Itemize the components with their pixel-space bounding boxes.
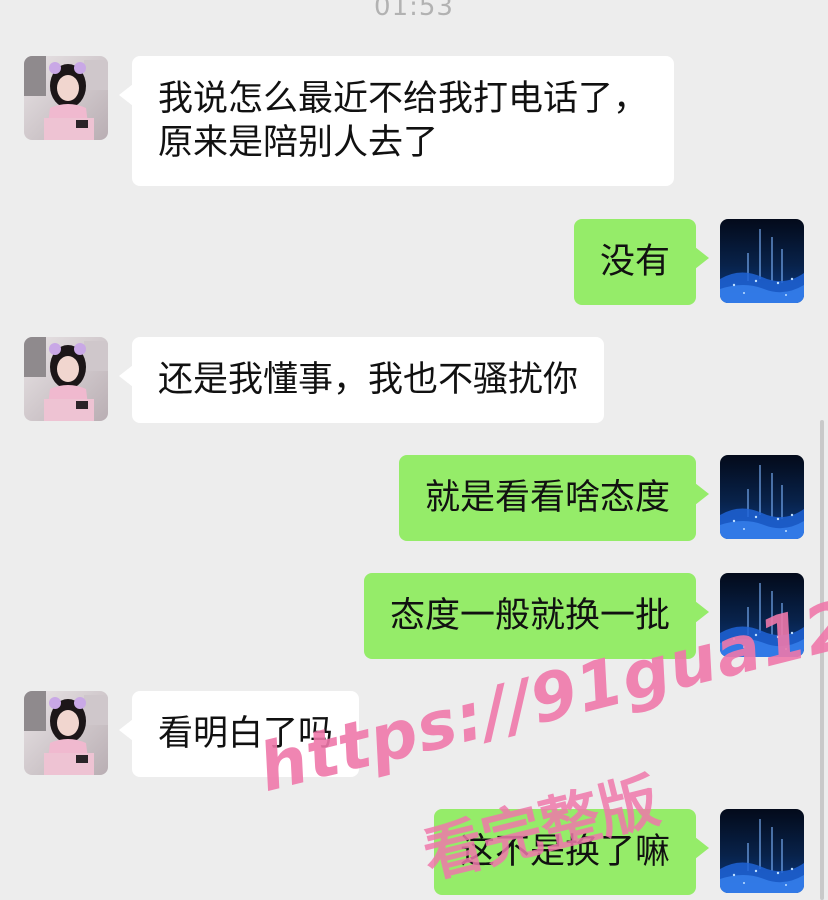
outgoing-message-bubble[interactable]: 就是看看啥态度 [398,455,710,541]
outgoing-message-bubble[interactable]: 这不是换了嘛 [433,809,710,895]
incoming-message-bubble[interactable]: 看明白了吗 [118,691,360,777]
outgoing-message-bubble[interactable]: 没有 [573,219,710,305]
girl-photo-avatar-icon [24,691,108,775]
girl-photo-avatar-icon [24,337,108,421]
contact-avatar[interactable] [24,337,108,421]
blue-night-avatar-icon [720,219,804,303]
outgoing-message-bubble[interactable]: 态度一般就换一批 [363,573,710,659]
message-timestamp: 01:53 [374,0,454,22]
girl-photo-avatar-icon [24,56,108,140]
incoming-message-bubble[interactable]: 我说怎么最近不给我打电话了， 原来是陪别人去了 [118,56,675,186]
contact-avatar[interactable] [24,56,108,140]
incoming-message-bubble[interactable]: 还是我懂事，我也不骚扰你 [118,337,605,423]
scrollbar[interactable] [820,420,824,900]
self-avatar[interactable] [720,573,804,657]
self-avatar[interactable] [720,219,804,303]
contact-avatar[interactable] [24,691,108,775]
self-avatar[interactable] [720,809,804,893]
blue-night-avatar-icon [720,573,804,657]
blue-night-avatar-icon [720,455,804,539]
blue-night-avatar-icon [720,809,804,893]
self-avatar[interactable] [720,455,804,539]
